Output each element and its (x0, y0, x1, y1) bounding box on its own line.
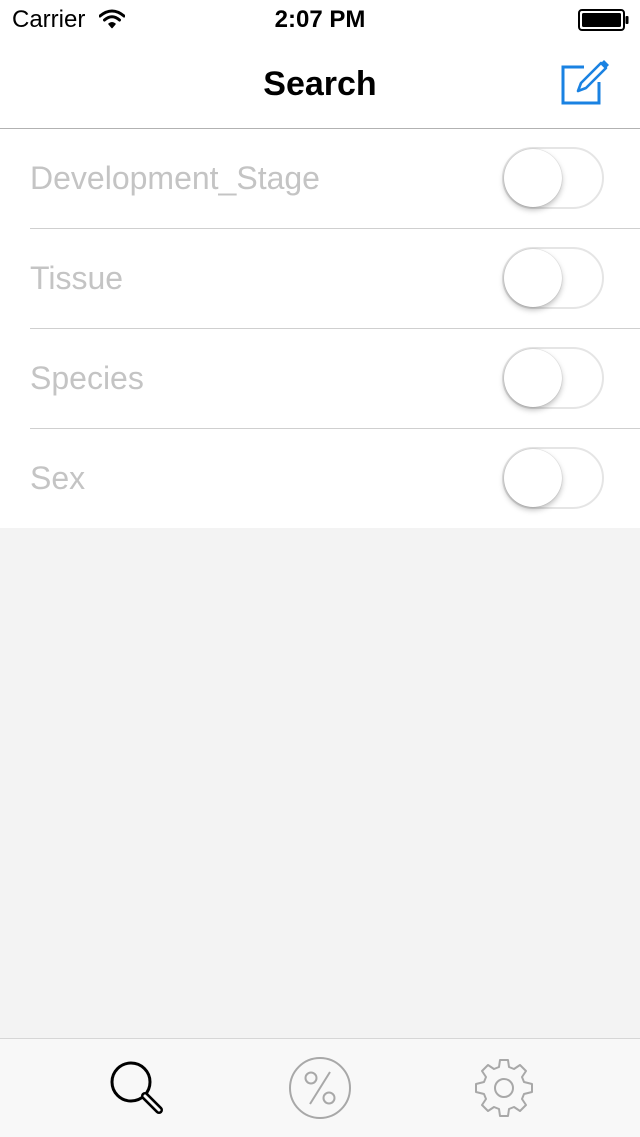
tab-settings[interactable] (469, 1053, 539, 1123)
page-title: Search (263, 65, 377, 103)
filter-label: Species (30, 360, 144, 396)
navigation-bar: Search (0, 40, 640, 129)
filter-list: Development_Stage Tissue Species Sex (0, 129, 640, 528)
toggle-knob (504, 349, 562, 407)
species-toggle[interactable] (502, 347, 604, 409)
tab-percent[interactable] (285, 1053, 355, 1123)
tissue-toggle[interactable] (502, 247, 604, 309)
filter-row-development-stage: Development_Stage (30, 129, 640, 229)
compose-button[interactable] (558, 57, 610, 109)
gear-icon (475, 1059, 533, 1117)
compose-icon (561, 60, 609, 105)
battery-icon (578, 9, 629, 31)
filter-row-sex: Sex (30, 429, 640, 528)
filter-row-species: Species (30, 329, 640, 429)
filter-label: Tissue (30, 260, 124, 296)
filter-label: Development_Stage (30, 160, 320, 196)
toggle-knob (504, 449, 562, 507)
toggle-knob (504, 149, 562, 207)
sex-toggle[interactable] (502, 447, 604, 509)
development-stage-toggle[interactable] (502, 147, 604, 209)
tab-search[interactable] (101, 1053, 171, 1123)
toggle-knob (504, 249, 562, 307)
status-time: 2:07 PM (274, 6, 366, 33)
search-icon (110, 1061, 163, 1114)
status-bar: Carrier 2:07 PM (0, 0, 640, 40)
percent-icon (289, 1057, 351, 1119)
filter-label: Sex (30, 460, 86, 496)
tab-bar (0, 1038, 640, 1137)
filter-row-tissue: Tissue (30, 229, 640, 329)
